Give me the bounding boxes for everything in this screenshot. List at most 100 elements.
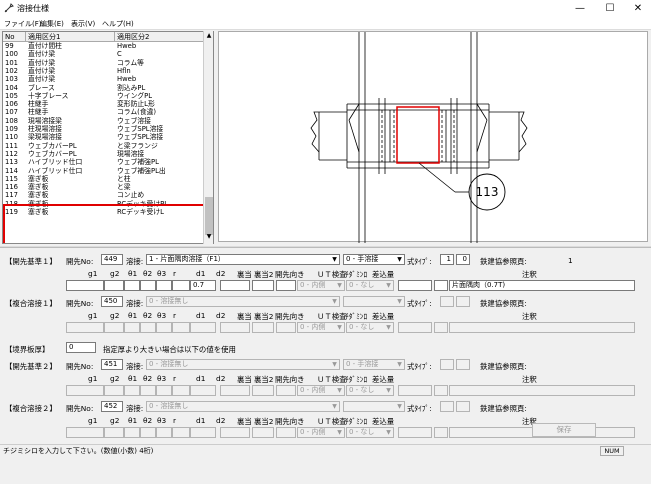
- shrinkage-input[interactable]: [398, 427, 432, 438]
- maximize-button[interactable]: ☐: [599, 2, 621, 15]
- r-input[interactable]: [172, 385, 190, 396]
- d1-input[interactable]: [190, 322, 216, 333]
- g2-input[interactable]: [104, 427, 124, 438]
- minimize-button[interactable]: —: [569, 2, 591, 15]
- note-input[interactable]: 片面隅肉（0.7T): [449, 280, 635, 291]
- g2-input[interactable]: [104, 280, 124, 291]
- insertion-input[interactable]: [434, 280, 448, 291]
- list-row[interactable]: 115 塞ぎ板 と柱: [3, 175, 207, 183]
- groove-no-input[interactable]: 450: [101, 296, 123, 307]
- list-row[interactable]: 105 十字ブレース ウイングPL: [3, 92, 207, 100]
- header-category2[interactable]: 適用区分2: [115, 32, 207, 42]
- list-row[interactable]: 110 梁現場溶接 ウェブSPL溶接: [3, 133, 207, 141]
- weld-spec-list[interactable]: No 適用区分1 適用区分2 99 直付け間柱 Hweb 100 直付け梁 C 101 直付け…: [2, 31, 214, 244]
- groove-no-input[interactable]: 452: [101, 401, 123, 412]
- list-row[interactable]: 106 柱継手 変形防止L形: [3, 100, 207, 108]
- list-row[interactable]: 111 ウェブカバーPL と梁フランジ: [3, 142, 207, 150]
- theta2-input[interactable]: [140, 427, 156, 438]
- backing-input[interactable]: [252, 322, 274, 333]
- weld-method-select[interactable]: 0 - 手溶接 ▼: [343, 254, 405, 265]
- theta1-input[interactable]: [124, 385, 140, 396]
- groove-no-input[interactable]: 449: [101, 254, 123, 265]
- insertion-input[interactable]: [434, 385, 448, 396]
- list-row[interactable]: 102 直付け梁 Hfln: [3, 67, 207, 75]
- theta2-input[interactable]: [140, 280, 156, 291]
- list-scrollbar[interactable]: ▲ ▼: [203, 31, 213, 244]
- list-row[interactable]: 100 直付け梁 C: [3, 50, 207, 58]
- theta1-input[interactable]: [124, 427, 140, 438]
- insertion-input[interactable]: [434, 427, 448, 438]
- scroll-up-icon[interactable]: ▲: [205, 32, 213, 40]
- panel-divider[interactable]: [0, 246, 651, 248]
- list-row[interactable]: 104 ブレース 割込みPL: [3, 84, 207, 92]
- list-row[interactable]: 113 ハイブリッド仕口 ウェブ補強PL: [3, 158, 207, 166]
- save-button[interactable]: 保存: [532, 423, 596, 437]
- menu-help[interactable]: ヘルプ(H): [102, 19, 134, 29]
- note-input[interactable]: [449, 322, 635, 333]
- weld-type-select[interactable]: 1 - 片面隅肉溶接（F1） ▼: [146, 254, 340, 265]
- groove-direction-select[interactable]: 0 - 内側 ▼: [297, 322, 345, 333]
- shrinkage-input[interactable]: [398, 322, 432, 333]
- formula-type-input1[interactable]: [440, 359, 454, 370]
- weld-type-select[interactable]: 0 - 溶接無し ▼: [146, 401, 340, 412]
- scroll-down-icon[interactable]: ▼: [205, 233, 213, 241]
- scroll-thumb[interactable]: [205, 197, 213, 235]
- backing-input[interactable]: [252, 385, 274, 396]
- backing2-input[interactable]: [276, 280, 296, 291]
- menu-edit[interactable]: 編集(E): [40, 19, 64, 29]
- d2-input[interactable]: [220, 427, 250, 438]
- formula-type-input1[interactable]: 1: [440, 254, 454, 265]
- d2-input[interactable]: [220, 385, 250, 396]
- formula-type-input2[interactable]: 0: [456, 254, 470, 265]
- d2-input[interactable]: [220, 280, 250, 291]
- list-row[interactable]: 112 ウェブカバーPL 現場溶接: [3, 150, 207, 158]
- theta3-input[interactable]: [156, 280, 172, 291]
- weld-method-select[interactable]: 0 - 手溶接 ▼: [343, 359, 405, 370]
- theta2-input[interactable]: [140, 385, 156, 396]
- d1-input[interactable]: [190, 427, 216, 438]
- close-button[interactable]: ✕: [627, 2, 649, 15]
- formula-type-input2[interactable]: [456, 296, 470, 307]
- backing2-input[interactable]: [276, 385, 296, 396]
- list-row[interactable]: 109 柱現場溶接 ウェブSPL溶接: [3, 125, 207, 133]
- formula-type-input2[interactable]: [456, 359, 470, 370]
- weld-method-select[interactable]: ▼: [343, 296, 405, 307]
- shrinkage-input[interactable]: [398, 385, 432, 396]
- list-row[interactable]: 117 塞ぎ板 コン止め: [3, 191, 207, 199]
- backing2-input[interactable]: [276, 322, 296, 333]
- theta3-input[interactable]: [156, 385, 172, 396]
- r-input[interactable]: [172, 322, 190, 333]
- backing2-input[interactable]: [276, 427, 296, 438]
- theta3-input[interactable]: [156, 427, 172, 438]
- g1-input[interactable]: [66, 385, 104, 396]
- header-category1[interactable]: 適用区分1: [26, 32, 115, 42]
- r-input[interactable]: [172, 280, 190, 291]
- header-no[interactable]: No: [3, 32, 26, 42]
- menu-view[interactable]: 表示(V): [71, 19, 95, 29]
- g1-input[interactable]: [66, 322, 104, 333]
- list-row[interactable]: 108 現場溶接梁 ウェブ溶接: [3, 117, 207, 125]
- theta2-input[interactable]: [140, 322, 156, 333]
- list-row[interactable]: 103 直付け梁 Hweb: [3, 75, 207, 83]
- boundary-thickness-input[interactable]: 0: [66, 342, 96, 353]
- weld-type-select[interactable]: 0 - 溶接無し ▼: [146, 296, 340, 307]
- theta1-input[interactable]: [124, 322, 140, 333]
- ut-inspection-select[interactable]: 0 - なし ▼: [346, 385, 394, 396]
- groove-direction-select[interactable]: 0 - 内側 ▼: [297, 385, 345, 396]
- formula-type-input1[interactable]: [440, 296, 454, 307]
- ut-inspection-select[interactable]: 0 - なし ▼: [346, 427, 394, 438]
- backing-input[interactable]: [252, 280, 274, 291]
- groove-direction-select[interactable]: 0 - 内側 ▼: [297, 427, 345, 438]
- ut-inspection-select[interactable]: 0 - なし ▼: [346, 280, 394, 291]
- theta1-input[interactable]: [124, 280, 140, 291]
- d1-input[interactable]: 0.7: [190, 280, 216, 291]
- weld-type-select[interactable]: 0 - 溶接無し ▼: [146, 359, 340, 370]
- d1-input[interactable]: [190, 385, 216, 396]
- note-input[interactable]: [449, 385, 635, 396]
- formula-type-input2[interactable]: [456, 401, 470, 412]
- list-row[interactable]: 99 直付け間柱 Hweb: [3, 42, 207, 50]
- g2-input[interactable]: [104, 385, 124, 396]
- groove-direction-select[interactable]: 0 - 内側 ▼: [297, 280, 345, 291]
- g1-input[interactable]: [66, 427, 104, 438]
- weld-method-select[interactable]: ▼: [343, 401, 405, 412]
